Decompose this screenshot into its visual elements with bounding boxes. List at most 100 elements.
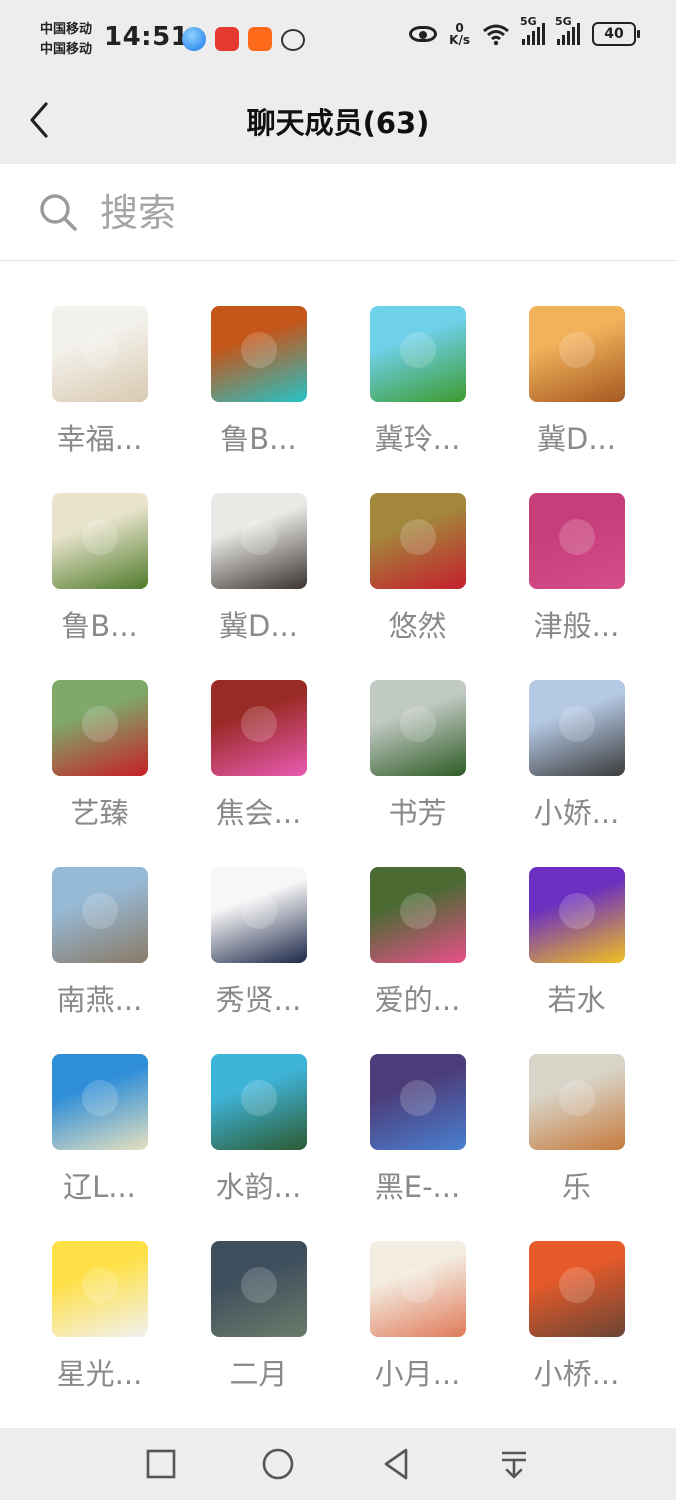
member-avatar[interactable] (369, 1241, 466, 1337)
battery-icon: 40 (592, 22, 640, 46)
member-item[interactable]: 冀D... (179, 493, 338, 680)
member-name: 水韵... (215, 1170, 302, 1204)
member-name: 二月 (229, 1357, 288, 1391)
member-name: 艺臻 (70, 796, 129, 830)
search-input[interactable] (98, 184, 642, 242)
member-name: 冀玲... (374, 422, 461, 456)
member-item[interactable]: 秀贤... (179, 867, 338, 1054)
member-avatar[interactable] (210, 1054, 307, 1150)
member-item[interactable]: 黑E-... (338, 1054, 497, 1241)
member-item[interactable]: 鲁B... (20, 493, 179, 680)
signal-1-label: 5G (520, 15, 537, 28)
member-name: 小月... (374, 1357, 461, 1391)
member-item[interactable]: 星光... (20, 1241, 179, 1428)
eye-icon (409, 26, 438, 42)
system-status: 0 K/s 5G 5G 40 (409, 15, 640, 46)
member-item[interactable]: 悠然 (338, 493, 497, 680)
notification-pull-button[interactable] (496, 1446, 532, 1482)
member-item[interactable]: 小娇... (497, 680, 656, 867)
carrier-2: 中国移动 (40, 42, 93, 57)
member-avatar[interactable] (210, 867, 307, 963)
member-avatar[interactable] (369, 867, 466, 963)
member-avatar[interactable] (210, 306, 307, 402)
member-item[interactable]: 若水 (497, 867, 656, 1054)
title-bar: 聊天成员(63) (0, 80, 676, 164)
chat-bubble-icon (281, 29, 305, 51)
carrier-1: 中国移动 (40, 22, 93, 37)
member-avatar[interactable] (51, 306, 148, 402)
member-avatar[interactable] (210, 1241, 307, 1337)
member-avatar[interactable] (528, 1241, 625, 1337)
member-name: 焦会... (215, 796, 302, 830)
member-avatar[interactable] (369, 493, 466, 589)
member-name: 小娇... (533, 796, 620, 830)
member-grid: 幸福... 鲁B... 冀玲... 冀D... 鲁B... 冀D... 悠然 津般... 艺臻 焦… (20, 306, 656, 1428)
search-bar (0, 164, 676, 261)
video-app-icon (248, 27, 272, 51)
member-name: 冀D... (537, 422, 616, 456)
shopping-app-icon (215, 27, 239, 51)
member-item[interactable]: 水韵... (179, 1054, 338, 1241)
member-avatar[interactable] (51, 867, 148, 963)
member-item[interactable]: 二月 (179, 1241, 338, 1428)
member-item[interactable]: 艺臻 (20, 680, 179, 867)
home-button[interactable] (260, 1446, 296, 1482)
member-name: 书芳 (388, 796, 447, 830)
member-avatar[interactable] (528, 493, 625, 589)
member-name: 小桥... (533, 1357, 620, 1391)
member-name: 津般... (533, 609, 620, 643)
member-name: 幸福... (56, 422, 143, 456)
member-avatar[interactable] (51, 1241, 148, 1337)
recent-apps-button[interactable] (143, 1446, 179, 1482)
signal-icon-2: 5G (555, 15, 580, 45)
member-item[interactable]: 辽L... (20, 1054, 179, 1241)
search-icon (40, 194, 77, 231)
status-bar: 中国移动 中国移动 14:51 0 K/s 5G 5G 40 (0, 0, 676, 80)
member-name: 鲁B... (61, 609, 138, 643)
member-item[interactable]: 津般... (497, 493, 656, 680)
member-avatar[interactable] (51, 680, 148, 776)
member-avatar[interactable] (528, 306, 625, 402)
member-avatar[interactable] (528, 1054, 625, 1150)
member-item[interactable]: 冀玲... (338, 306, 497, 493)
member-name: 南燕... (56, 983, 143, 1017)
member-name: 爱的... (374, 983, 461, 1017)
member-avatar[interactable] (528, 867, 625, 963)
member-name: 鲁B... (220, 422, 297, 456)
member-avatar[interactable] (369, 1054, 466, 1150)
member-item[interactable]: 乐 (497, 1054, 656, 1241)
member-avatar[interactable] (210, 493, 307, 589)
member-name: 黑E-... (374, 1170, 461, 1204)
wifi-icon (483, 24, 509, 46)
clock: 14:51 (104, 22, 190, 52)
member-item[interactable]: 爱的... (338, 867, 497, 1054)
signal-2-label: 5G (555, 15, 572, 28)
net-speed-unit: K/s (449, 33, 470, 47)
net-speed: 0 K/s (449, 22, 470, 46)
member-avatar[interactable] (369, 306, 466, 402)
member-name: 乐 (561, 1170, 591, 1204)
member-item[interactable]: 鲁B... (179, 306, 338, 493)
member-avatar[interactable] (528, 680, 625, 776)
member-avatar[interactable] (369, 680, 466, 776)
signal-icon-1: 5G (520, 15, 545, 45)
member-item[interactable]: 焦会... (179, 680, 338, 867)
page-title: 聊天成员(63) (246, 106, 430, 140)
member-avatar[interactable] (210, 680, 307, 776)
member-item[interactable]: 南燕... (20, 867, 179, 1054)
member-avatar[interactable] (51, 493, 148, 589)
member-item[interactable]: 小桥... (497, 1241, 656, 1428)
member-name: 星光... (56, 1357, 143, 1391)
member-item[interactable]: 冀D... (497, 306, 656, 493)
notification-icons (182, 27, 305, 51)
member-avatar[interactable] (51, 1054, 148, 1150)
browser-app-icon (182, 27, 206, 51)
member-item[interactable]: 书芳 (338, 680, 497, 867)
member-name: 秀贤... (215, 983, 302, 1017)
system-nav-bar (0, 1428, 676, 1500)
member-item[interactable]: 小月... (338, 1241, 497, 1428)
back-nav-button[interactable] (378, 1446, 414, 1482)
member-item[interactable]: 幸福... (20, 306, 179, 493)
member-name: 悠然 (388, 609, 447, 643)
member-name: 辽L... (63, 1170, 136, 1204)
